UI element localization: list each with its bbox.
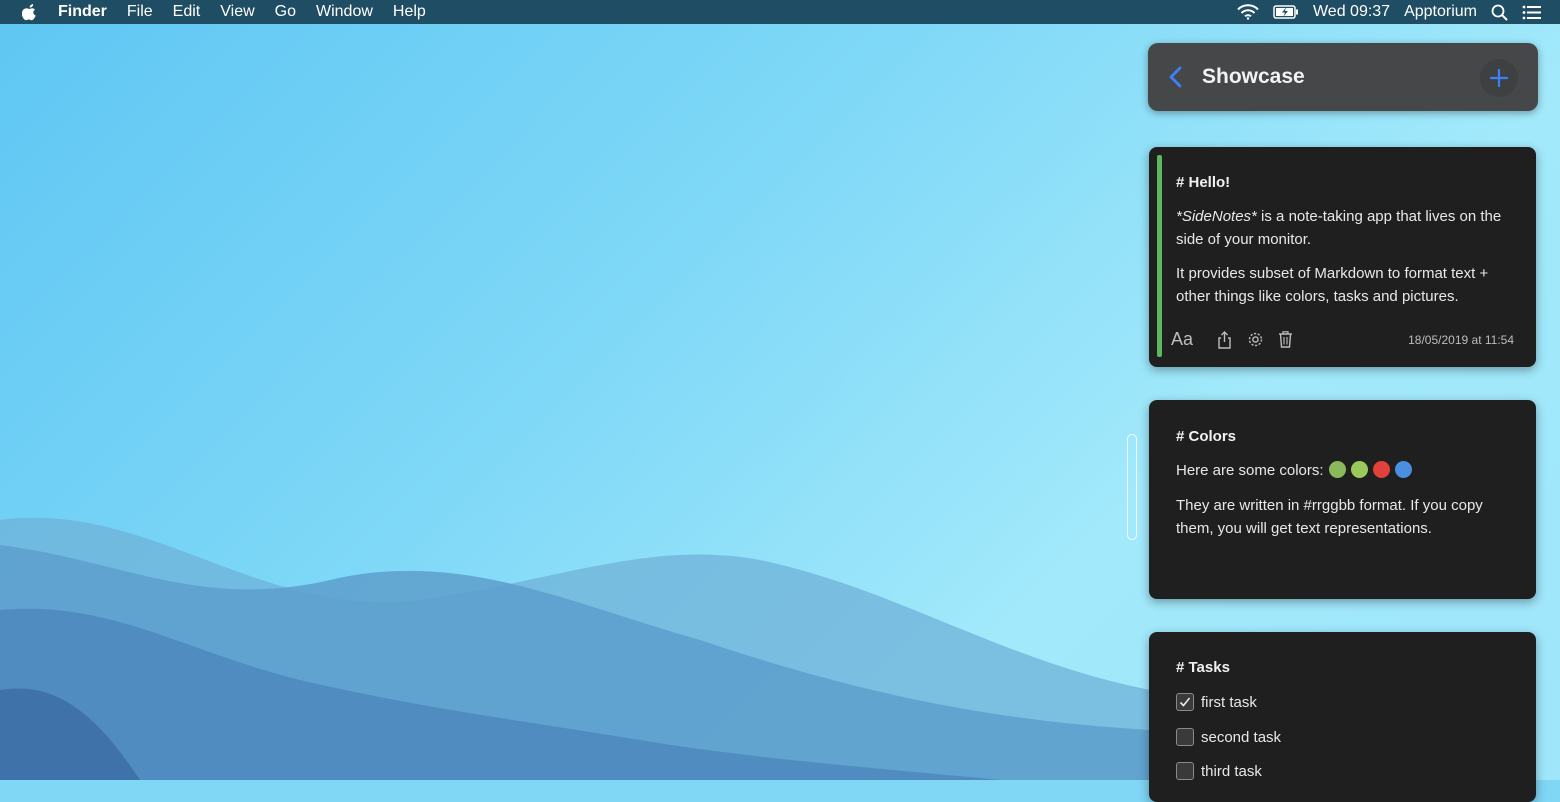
checkmark-icon: [1179, 697, 1191, 707]
note-paragraph: Here are some colors:: [1176, 459, 1516, 482]
color-swatch[interactable]: [1328, 461, 1346, 478]
note-paragraph: They are written in #rrggbb format. If y…: [1176, 497, 1483, 537]
note-heading: # Colors: [1176, 428, 1237, 445]
share-icon[interactable]: [1217, 331, 1232, 349]
task-checkbox[interactable]: [1176, 728, 1194, 746]
wifi-icon[interactable]: [1237, 4, 1259, 20]
task-label: third task: [1201, 762, 1262, 780]
panel-title: Showcase: [1202, 65, 1305, 88]
task-checkbox[interactable]: [1176, 693, 1194, 711]
clock-datetime[interactable]: Wed 09:37: [1313, 3, 1390, 21]
menu-app-name[interactable]: Finder: [58, 0, 107, 24]
battery-charging-icon[interactable]: [1273, 5, 1299, 19]
menu-edit[interactable]: Edit: [173, 0, 201, 24]
gear-icon[interactable]: [1247, 331, 1264, 348]
trash-icon[interactable]: [1278, 331, 1293, 348]
menu-view[interactable]: View: [220, 0, 254, 24]
menu-help[interactable]: Help: [393, 0, 426, 24]
note-color-accent: [1157, 155, 1162, 357]
add-note-button[interactable]: [1480, 59, 1518, 97]
spotlight-search-icon[interactable]: [1491, 4, 1508, 21]
notification-center-icon[interactable]: [1522, 5, 1542, 20]
emphasis-text: *SideNotes*: [1176, 208, 1257, 225]
plus-icon: [1490, 69, 1508, 87]
note-timestamp: 18/05/2019 at 11:54: [1408, 333, 1514, 347]
note-card[interactable]: # Colors Here are some colors: They are …: [1149, 400, 1536, 599]
color-swatch[interactable]: [1372, 461, 1390, 478]
note-heading: # Hello!: [1176, 174, 1231, 191]
font-icon[interactable]: Aa: [1171, 329, 1193, 350]
user-name[interactable]: Apptorium: [1404, 3, 1477, 21]
note-paragraph: *SideNotes* is a note-taking app that li…: [1176, 205, 1516, 251]
menu-bar: Finder File Edit View Go Window Help Wed…: [0, 0, 1560, 24]
menu-file[interactable]: File: [127, 0, 153, 24]
task-label: second task: [1201, 728, 1282, 746]
apple-logo-icon[interactable]: [22, 3, 38, 21]
task-label: first task: [1201, 693, 1257, 711]
sidenotes-header: Showcase: [1148, 43, 1538, 111]
color-swatch[interactable]: [1350, 461, 1368, 478]
note-heading: # Tasks: [1176, 659, 1230, 676]
note-paragraph: It provides subset of Markdown to format…: [1176, 265, 1489, 305]
task-item[interactable]: second task: [1176, 728, 1281, 746]
paragraph-text: Here are some colors:: [1176, 462, 1324, 479]
menu-go[interactable]: Go: [275, 0, 296, 24]
menu-window[interactable]: Window: [316, 0, 373, 24]
task-item[interactable]: first task: [1176, 693, 1257, 711]
task-checkbox[interactable]: [1176, 762, 1194, 780]
note-card[interactable]: # Hello! *SideNotes* is a note-taking ap…: [1149, 147, 1536, 367]
chevron-left-icon[interactable]: [1166, 65, 1186, 89]
panel-resize-handle[interactable]: [1127, 434, 1137, 540]
task-item[interactable]: third task: [1176, 762, 1262, 780]
color-swatch[interactable]: [1394, 461, 1412, 478]
note-card[interactable]: # Tasks first task second task third tas…: [1149, 632, 1536, 802]
